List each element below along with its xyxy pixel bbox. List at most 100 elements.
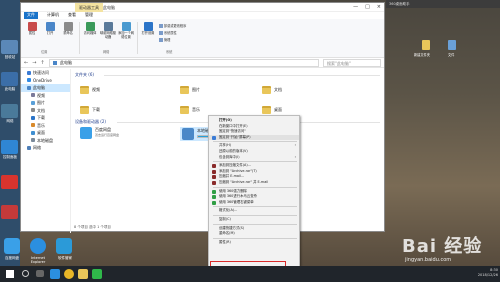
minimize-button[interactable]: — — [353, 4, 358, 10]
nav-item[interactable]: OneDrive — [21, 77, 70, 85]
tab-view[interactable]: 查看 — [68, 12, 76, 19]
context-menu-item[interactable]: 属性(R) — [209, 240, 299, 246]
nav-item-icon — [31, 115, 35, 120]
menu-item-icon — [212, 164, 216, 169]
rename-button[interactable]: 重命名 — [59, 22, 77, 44]
menu-separator — [213, 237, 297, 239]
open-icon — [45, 22, 55, 31]
nav-item[interactable]: 图片 — [21, 99, 70, 107]
desktop-label: 软件管家 — [58, 256, 72, 260]
watermark-brand: Bai 经验 — [402, 236, 483, 257]
access-media-button[interactable]: 访问媒体 — [81, 22, 99, 44]
manage-button[interactable]: 管理 — [159, 37, 170, 42]
folder-item[interactable]: 下载 — [80, 101, 120, 119]
maximize-button[interactable]: □ — [365, 4, 370, 10]
recycle-bin-icon[interactable] — [1, 40, 18, 54]
context-menu-item[interactable]: 固定到"开始"屏幕(P) — [209, 134, 299, 141]
chevron-right-icon: › — [294, 154, 296, 159]
nav-item[interactable]: 音乐 — [21, 122, 70, 130]
internet-explorer-icon[interactable] — [30, 238, 46, 254]
taskbar: 8:30 2018/12/26 — [0, 266, 500, 282]
folder-item[interactable]: 图片 — [180, 81, 220, 99]
menu-separator — [213, 215, 297, 216]
context-menu-item[interactable]: 重命名(M) — [209, 231, 299, 237]
file-explorer-taskbar-icon[interactable] — [78, 269, 88, 279]
folder-item[interactable]: 文档 — [262, 81, 302, 99]
nav-item[interactable]: 文档 — [21, 107, 70, 115]
nav-item-label: 网络 — [33, 145, 41, 150]
desktop-assistant-bar[interactable]: 360桌面助手 — [386, 0, 500, 8]
system-tray-clock[interactable]: 8:30 2018/12/26 — [478, 268, 498, 278]
tab-computer[interactable]: 计算机 — [47, 12, 59, 19]
drives-header[interactable]: 设备和驱动器 (2) — [75, 119, 106, 125]
nav-item[interactable]: 此电脑 — [21, 84, 70, 92]
nav-item[interactable]: 下载 — [21, 114, 70, 122]
context-menu-item[interactable]: 使用 360管理右键菜单 — [209, 200, 299, 206]
network-location-icon — [121, 22, 131, 31]
context-menu-item[interactable]: 压缩到 "Archive.rar" 并 E-mail — [209, 180, 299, 186]
menu-item-label: 在新窗口中打开(E) — [219, 123, 248, 128]
desktop-label: 新建文件夹 — [414, 53, 430, 57]
address-bar-row: ← → ↑ 此电脑 搜索"此电脑" — [21, 58, 384, 68]
nav-item[interactable]: 本地磁盘 — [21, 137, 70, 145]
menu-item-label: 格式化(A)... — [219, 208, 238, 213]
file-icon[interactable] — [448, 40, 456, 50]
menu-item-label: 压缩到 "Archive.rar" 并 E-mail — [219, 180, 269, 184]
forward-button[interactable]: → — [32, 60, 36, 66]
folder-icon — [80, 106, 89, 114]
nav-item[interactable]: 网络 — [21, 144, 70, 152]
context-menu: 打开(O) 在新窗口中打开(E) 固定到"快速访问" 固定到"开始"屏幕(P) 共享(H… — [208, 115, 300, 267]
add-network-location-button[interactable]: 添加一个网络位置 — [117, 22, 135, 44]
context-menu-item[interactable]: 包含到库中(I) › — [209, 155, 299, 161]
folder-item[interactable]: 视频 — [80, 81, 120, 99]
rename-icon — [63, 22, 73, 31]
app-icon[interactable] — [1, 175, 18, 189]
uninstall-program-button[interactable]: 卸载或更改程序 — [159, 23, 186, 28]
search-input[interactable]: 搜索"此电脑" — [323, 59, 381, 67]
up-button[interactable]: ↑ — [40, 60, 44, 66]
back-button[interactable]: ← — [24, 60, 28, 66]
title-bar[interactable]: 驱动器工具 此电脑 — □ × — [21, 3, 384, 12]
address-input[interactable]: 此电脑 — [49, 59, 319, 67]
nav-item-icon — [31, 100, 35, 105]
context-menu-item[interactable]: 格式化(A)... — [209, 208, 299, 214]
nav-item-label: 文档 — [37, 107, 45, 113]
computer-icon[interactable] — [1, 72, 18, 86]
drive-item-netdisk[interactable]: 百度网盘 双击运行百度网盘 — [80, 127, 119, 139]
context-menu-item[interactable]: 复制(C) — [209, 217, 299, 223]
folders-header[interactable]: 文件夹 (6) — [75, 72, 94, 78]
drive-tools-tab[interactable]: 驱动器工具 — [75, 3, 103, 12]
folder-icon — [262, 106, 271, 114]
chrome-icon[interactable] — [64, 269, 74, 279]
folder-icon — [180, 86, 189, 94]
tab-manage[interactable]: 管理 — [85, 12, 93, 19]
menu-item-label: 复制(C) — [219, 217, 231, 221]
nav-item-label: 此电脑 — [33, 85, 45, 90]
start-button[interactable] — [6, 270, 14, 278]
close-button[interactable]: × — [377, 4, 381, 10]
task-view-icon[interactable] — [36, 270, 44, 277]
folder-icon[interactable] — [422, 40, 430, 50]
app-icon[interactable] — [1, 205, 18, 219]
tab-file[interactable]: 文件 — [24, 12, 38, 19]
nav-item[interactable]: 桌面 — [21, 129, 70, 137]
network-icon[interactable] — [1, 104, 18, 118]
baidu-netdisk-icon[interactable] — [4, 238, 20, 254]
search-icon[interactable] — [22, 270, 29, 277]
open-button[interactable]: 打开 — [41, 22, 59, 44]
system-properties-button[interactable]: 系统属性 — [159, 30, 177, 35]
status-bar: 8 个项目 选中 1 个项目 — [74, 225, 111, 229]
edge-icon[interactable] — [50, 269, 60, 279]
desktop-label: 此电脑 — [4, 87, 16, 91]
nav-item[interactable]: 视频 — [21, 92, 70, 100]
software-manager-icon[interactable] — [56, 238, 72, 254]
drive-subtitle: 双击运行百度网盘 — [95, 133, 120, 137]
hard-disk-icon — [182, 128, 194, 140]
nav-item[interactable]: 快速访问 — [21, 69, 70, 77]
properties-button[interactable]: 属性 — [23, 22, 41, 44]
wechat-icon[interactable] — [92, 269, 102, 279]
open-settings-button[interactable]: 打开设置 — [139, 22, 157, 44]
nav-item-label: 视频 — [37, 92, 45, 98]
map-drive-button[interactable]: 映射网络驱动器 — [99, 22, 117, 44]
control-panel-icon[interactable] — [1, 140, 18, 154]
